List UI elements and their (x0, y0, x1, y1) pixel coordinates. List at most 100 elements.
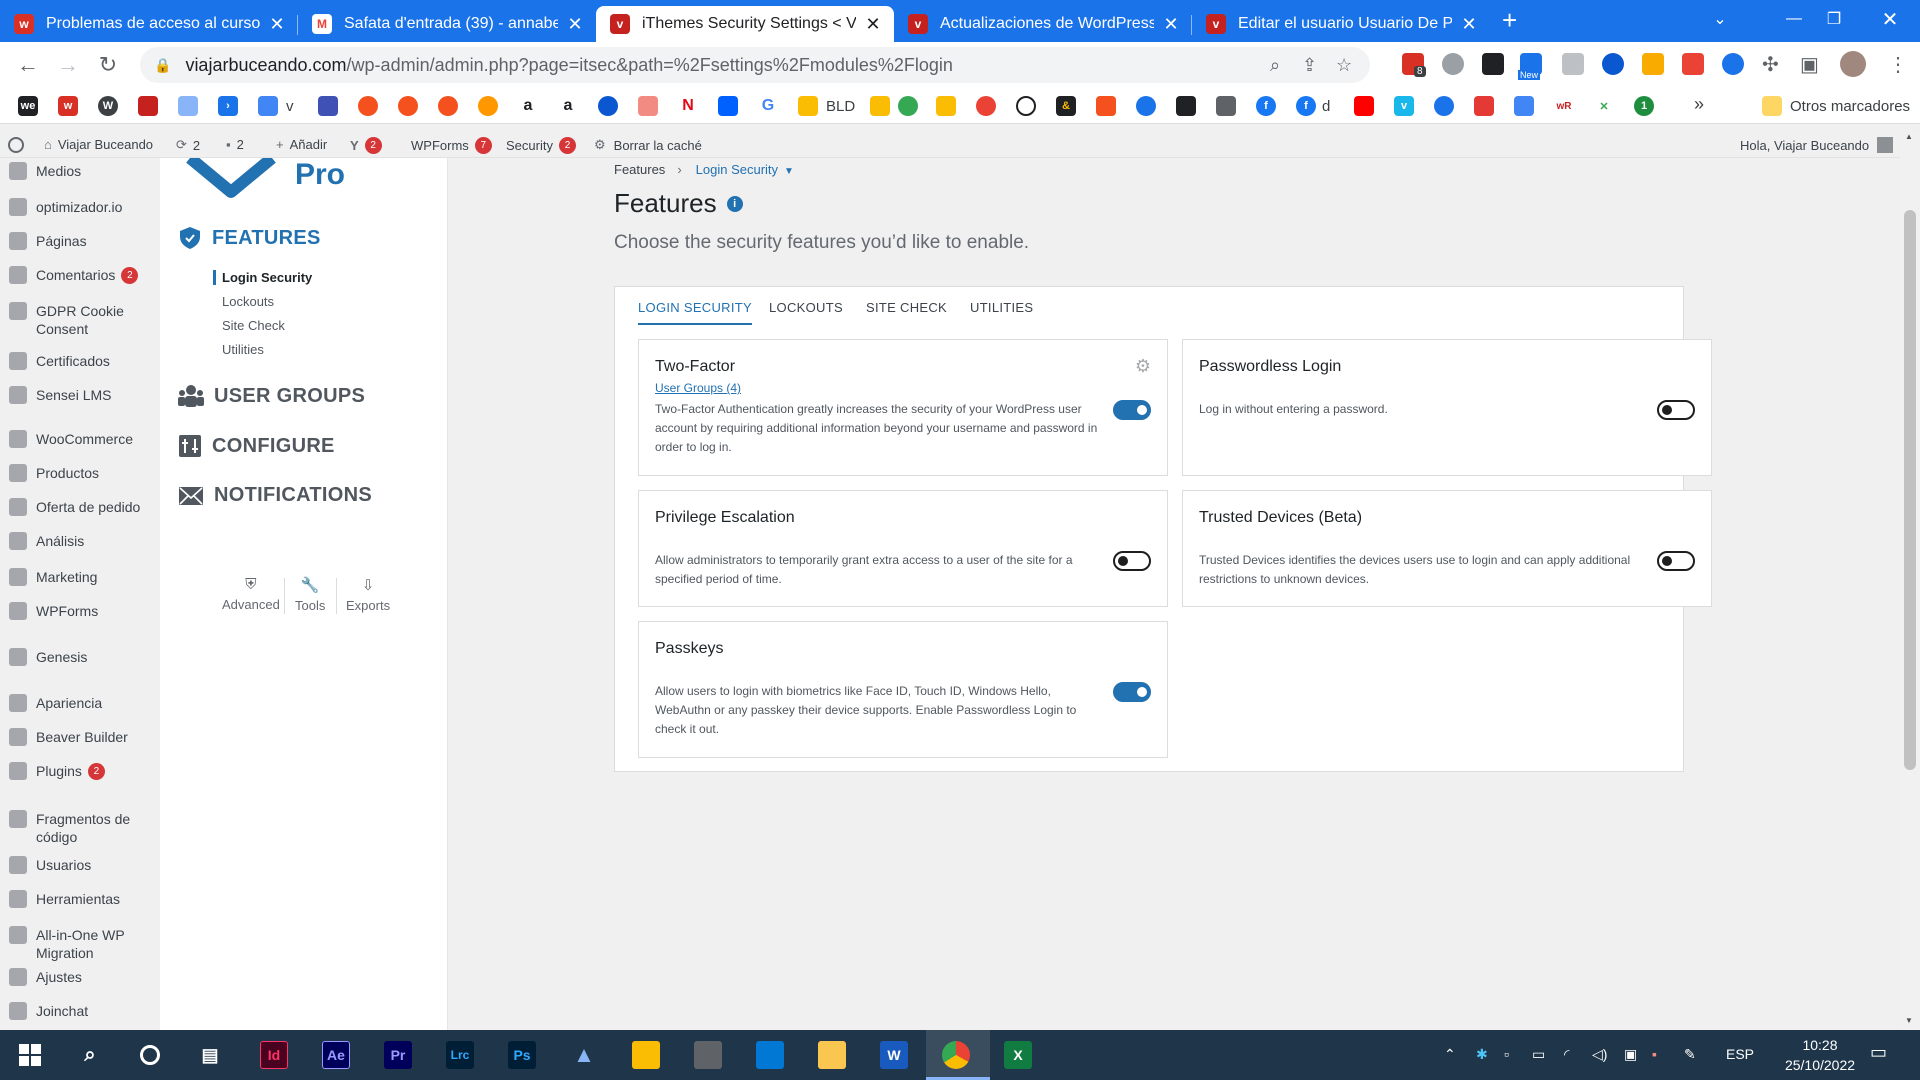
forward-icon[interactable]: → (48, 52, 88, 78)
admin-bar-add-new[interactable]: + Añadir (276, 137, 327, 152)
wp-menu-item[interactable]: Páginas (0, 232, 160, 250)
bookmark-viajar-icon[interactable] (138, 96, 158, 116)
wp-menu-item[interactable]: Medios (0, 162, 160, 180)
chrome-icon[interactable] (942, 1041, 970, 1069)
bookmark-dropbox-icon[interactable] (718, 96, 738, 116)
battery-icon[interactable]: ▭ (1532, 1046, 1545, 1063)
extension-code-icon[interactable] (1562, 53, 1584, 75)
passkeys-toggle[interactable] (1113, 682, 1151, 702)
passwordless-toggle[interactable] (1657, 400, 1695, 420)
browser-tab-4[interactable]: v Actualizaciones de WordPress < V ✕ (894, 6, 1192, 42)
back-icon[interactable]: ← (8, 52, 48, 78)
wp-menu-item[interactable]: Joinchat (0, 1002, 160, 1020)
bookmark-w-icon[interactable]: w (58, 96, 78, 116)
tab-login-security[interactable]: LOGIN SECURITY (638, 300, 752, 325)
search-icon[interactable]: ⌕ (76, 1041, 104, 1069)
bookmark-facebook-icon[interactable]: f (1296, 96, 1316, 116)
browser-tab-2[interactable]: M Safata d'entrada (39) - annabelal ✕ (298, 6, 596, 42)
bookmark-icon[interactable] (1176, 96, 1196, 116)
bookmark-icon[interactable] (1216, 96, 1236, 116)
bookmark-amazon-icon[interactable]: a (558, 96, 578, 116)
extensions-puzzle-icon[interactable]: ✣ (1762, 52, 1779, 77)
bookmark-icon[interactable] (1136, 96, 1156, 116)
nav-site-check[interactable]: Site Check (222, 318, 285, 333)
nav-lockouts[interactable]: Lockouts (222, 294, 274, 309)
photoshop-icon[interactable]: Ps (508, 1041, 536, 1069)
wp-menu-item[interactable]: Plugins 2 (0, 762, 160, 780)
cortana-icon[interactable] (136, 1041, 164, 1069)
nav-configure[interactable]: CONFIGURE (178, 434, 335, 458)
bookmark-photos-icon[interactable] (976, 96, 996, 116)
scroll-down-icon[interactable]: ▼ (1905, 1016, 1913, 1025)
privilege-escalation-toggle[interactable] (1113, 551, 1151, 571)
extension-orange-icon[interactable] (1642, 53, 1664, 75)
pen-icon[interactable]: ✎ (1684, 1046, 1696, 1063)
bookmark-bld-label[interactable]: BLD (826, 98, 855, 115)
lightroom-icon[interactable]: Lrc (446, 1041, 474, 1069)
wp-menu-item[interactable]: Comentarios 2 (0, 266, 160, 284)
bookmark-icon[interactable] (1096, 96, 1116, 116)
wifi-icon[interactable]: ◜ (1564, 1046, 1569, 1063)
notification-center-icon[interactable]: ▭ (1870, 1042, 1887, 1063)
admin-bar-updates[interactable]: ⟳ 2 (176, 137, 200, 153)
adblock-icon[interactable] (1442, 53, 1464, 75)
wp-menu-item[interactable]: Marketing (0, 568, 160, 586)
bluetooth-icon[interactable]: ✱ (1476, 1046, 1488, 1063)
bookmark-icon[interactable] (478, 96, 498, 116)
tool-exports[interactable]: ⇩ Exports (346, 576, 390, 613)
scrollbar-thumb[interactable] (1904, 210, 1916, 770)
volume-icon[interactable]: ◁) (1592, 1046, 1607, 1063)
tray-chevron-icon[interactable]: ⌃ (1444, 1046, 1456, 1063)
bookmark-keep-icon[interactable] (798, 96, 818, 116)
admin-bar-account[interactable]: Hola, Viajar Buceando (1740, 137, 1894, 153)
sticky-notes-icon[interactable] (632, 1041, 660, 1069)
close-tab-icon[interactable]: ✕ (1162, 14, 1180, 35)
browser-tab-5[interactable]: v Editar el usuario Usuario De Prue ✕ (1192, 6, 1490, 42)
tab-lockouts[interactable]: LOCKOUTS (769, 300, 843, 315)
wp-menu-item[interactable]: Productos (0, 464, 160, 482)
bookmark-d-label[interactable]: d (1322, 98, 1330, 115)
bookmark-icon[interactable]: 1 (1634, 96, 1654, 116)
excel-icon[interactable]: X (1004, 1041, 1032, 1069)
bookmark-icon[interactable] (318, 96, 338, 116)
breadcrumb-current[interactable]: Login Security ▼ (696, 162, 794, 177)
admin-bar-site[interactable]: ⌂ Viajar Buceando (44, 137, 153, 152)
info-icon[interactable]: i (726, 195, 743, 212)
tray-device-icon[interactable]: ▫ (1504, 1046, 1509, 1062)
close-tab-icon[interactable]: ✕ (566, 14, 584, 35)
clock[interactable]: 10:28 25/10/2022 (1770, 1035, 1870, 1075)
wp-menu-item[interactable]: Apariencia (0, 694, 160, 712)
new-tab-icon[interactable]: + (1502, 5, 1517, 36)
bookmark-icon[interactable]: ✕ (1594, 96, 1614, 116)
bookmark-v-label[interactable]: v (286, 98, 294, 115)
bookmark-icon[interactable] (1434, 96, 1454, 116)
user-groups-link[interactable]: User Groups (4) (655, 381, 741, 395)
bookmark-wp-icon[interactable]: W (98, 96, 118, 116)
tab-search-icon[interactable]: ⌄ (1696, 0, 1744, 38)
extension-m-icon[interactable] (1482, 53, 1504, 75)
chrome-menu-icon[interactable]: ⋮ (1888, 52, 1908, 77)
bookmark-fire-icon[interactable] (358, 96, 378, 116)
bookmark-icon[interactable] (178, 96, 198, 116)
windows-start-icon[interactable] (16, 1041, 44, 1069)
wp-menu-item[interactable]: GDPR Cookie Consent (0, 302, 160, 338)
bookmark-icon[interactable]: › (218, 96, 238, 116)
wp-menu-item[interactable]: All-in-One WP Migration (0, 926, 160, 962)
wp-menu-item[interactable]: Genesis (0, 648, 160, 666)
bookmark-amazon-icon[interactable]: a (518, 96, 538, 116)
tab-utilities[interactable]: UTILITIES (970, 300, 1033, 315)
gear-icon[interactable]: ⚙ (1135, 356, 1151, 377)
after-effects-icon[interactable]: Ae (322, 1041, 350, 1069)
tool-tools[interactable]: 🔧 Tools (295, 576, 325, 613)
close-window-icon[interactable]: ✕ (1866, 0, 1914, 38)
bookmark-keep-icon[interactable] (870, 96, 890, 116)
bookmark-youtube-icon[interactable] (1354, 96, 1374, 116)
premiere-icon[interactable]: Pr (384, 1041, 412, 1069)
app-triangle-icon[interactable]: ▲ (570, 1041, 598, 1069)
task-view-icon[interactable]: ▤ (196, 1041, 224, 1069)
bookmark-fire-icon[interactable] (438, 96, 458, 116)
wp-menu-item[interactable]: Sensei LMS (0, 386, 160, 404)
address-bar[interactable]: 🔒 viajarbuceando.com/wp-admin/admin.php?… (140, 47, 1370, 83)
wp-menu-item[interactable]: WPForms (0, 602, 160, 620)
tool-advanced[interactable]: ⛨ Advanced (222, 576, 280, 612)
